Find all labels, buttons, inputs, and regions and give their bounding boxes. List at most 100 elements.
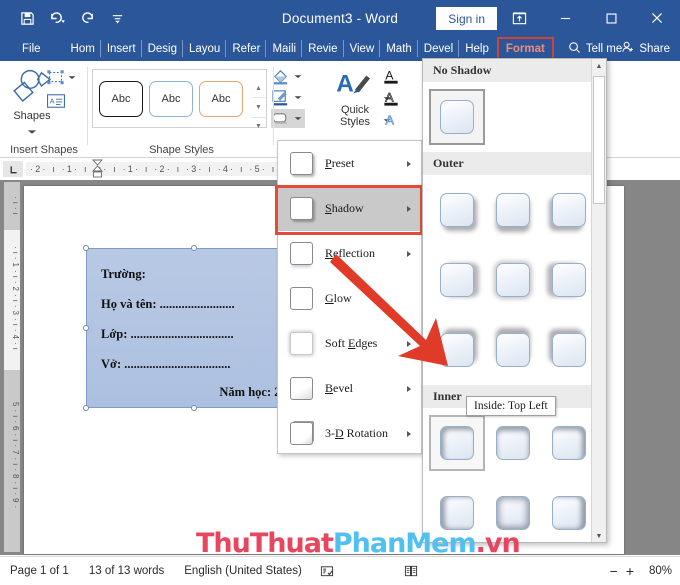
tab-references[interactable]: Refer bbox=[226, 36, 267, 61]
soft-edges-icon bbox=[290, 332, 313, 355]
resize-handle[interactable] bbox=[191, 245, 197, 251]
edit-shape-button[interactable] bbox=[46, 69, 76, 86]
save-icon[interactable] bbox=[14, 5, 40, 31]
shadow-option-offset-diagonal-bottom-right[interactable] bbox=[429, 182, 485, 238]
customize-quick-access-toolbar-icon[interactable] bbox=[104, 5, 130, 31]
submenu-arrow-icon bbox=[407, 205, 411, 212]
tab-insert[interactable]: Insert bbox=[101, 36, 142, 61]
status-language[interactable]: English (United States) bbox=[174, 565, 312, 577]
restore-icon[interactable] bbox=[588, 0, 634, 36]
shape-style-sample[interactable]: Abc bbox=[199, 80, 243, 117]
scrollbar-thumb[interactable] bbox=[593, 76, 605, 204]
menu-item-label: Shadow bbox=[325, 201, 364, 215]
share-button[interactable]: Share bbox=[621, 40, 670, 57]
shape-style-sample[interactable]: Abc bbox=[149, 80, 193, 117]
tab-home[interactable]: Hom bbox=[65, 36, 102, 61]
shadow-swatch-icon bbox=[440, 426, 474, 460]
tab-file[interactable]: File bbox=[12, 36, 51, 61]
search-icon bbox=[568, 41, 581, 57]
quick-styles-button[interactable]: A Quick Styles bbox=[327, 69, 383, 128]
zoom-level[interactable]: 80% bbox=[642, 565, 672, 577]
shadow-option-offset-bottom[interactable] bbox=[485, 182, 541, 238]
tab-view[interactable]: View bbox=[344, 36, 381, 61]
menu-item-preset[interactable]: Preset bbox=[278, 141, 421, 186]
close-icon[interactable] bbox=[634, 0, 680, 36]
minimize-icon[interactable] bbox=[542, 0, 588, 36]
shadow-swatch-icon bbox=[440, 100, 474, 134]
bevel-icon bbox=[290, 377, 313, 400]
vruler-label: ·ı·ı bbox=[11, 196, 20, 218]
menu-item-shadow[interactable]: Shadow bbox=[278, 186, 421, 231]
draw-text-box-button[interactable]: A bbox=[46, 93, 66, 109]
resize-handle[interactable] bbox=[83, 325, 89, 331]
tab-mailings[interactable]: Maili bbox=[266, 36, 302, 61]
shape-styles-gallery[interactable]: Abc Abc Abc ▲ ▼ ▼ bbox=[92, 69, 267, 130]
menu-item-label: Preset bbox=[325, 156, 355, 170]
sign-in-button[interactable]: Sign in bbox=[436, 7, 497, 30]
scroll-down-icon[interactable]: ▼ bbox=[592, 529, 606, 542]
reading-mode-icon[interactable] bbox=[396, 564, 426, 578]
status-page-number[interactable]: Page 1 of 1 bbox=[0, 565, 79, 577]
shadow-swatch-icon bbox=[496, 496, 530, 530]
tab-selector-button[interactable] bbox=[3, 161, 23, 177]
redo-icon[interactable] bbox=[74, 5, 100, 31]
shadow-option-inside-top[interactable] bbox=[485, 415, 541, 471]
group-label-shape-styles: Shape Styles bbox=[149, 144, 214, 156]
menu-item-bevel[interactable]: Bevel bbox=[278, 366, 421, 411]
shadow-option-inside-right[interactable] bbox=[541, 485, 597, 541]
shadow-option-offset-left[interactable] bbox=[541, 252, 597, 308]
preset-icon bbox=[290, 152, 313, 175]
quick-access-toolbar bbox=[14, 0, 130, 36]
tab-review[interactable]: Revie bbox=[302, 36, 344, 61]
shadow-option-no-shadow[interactable] bbox=[429, 89, 485, 145]
gallery-row bbox=[423, 245, 606, 315]
shadow-option-offset-center[interactable] bbox=[485, 252, 541, 308]
tab-format[interactable]: Format bbox=[496, 36, 554, 61]
quick-styles-label-line1: Quick bbox=[340, 104, 370, 116]
shadow-option-inside-top-left[interactable] bbox=[429, 415, 485, 471]
menu-item-reflection[interactable]: Reflection bbox=[278, 231, 421, 276]
menu-item-glow[interactable]: Glow bbox=[278, 276, 421, 321]
tell-me-box[interactable]: Tell me bbox=[568, 41, 622, 57]
zoom-in-button[interactable]: + bbox=[626, 563, 634, 579]
resize-handle[interactable] bbox=[191, 405, 197, 411]
watermark-part-1: ThuThuat bbox=[196, 528, 334, 559]
ribbon-display-options-icon[interactable] bbox=[496, 0, 542, 36]
spelling-and-grammar-check-icon[interactable] bbox=[312, 564, 342, 578]
status-word-count[interactable]: 13 of 13 words bbox=[79, 565, 174, 577]
zoom-out-button[interactable]: − bbox=[610, 563, 618, 579]
resize-handle[interactable] bbox=[83, 245, 89, 251]
vertical-ruler[interactable]: ·ı·ı ·ı·1·ı·2·ı·3·ı·4·ı 5·ı·6·ı·7·ı·8·ı·… bbox=[4, 182, 20, 552]
shadow-option-offset-right[interactable] bbox=[429, 252, 485, 308]
person-share-icon bbox=[621, 40, 635, 57]
shapes-label: Shapes bbox=[13, 110, 51, 122]
gallery-scroll-down-button[interactable]: ▼ bbox=[252, 98, 265, 118]
shadow-swatch-icon bbox=[440, 263, 474, 297]
tab-layout[interactable]: Layou bbox=[183, 36, 227, 61]
gallery-scroll-up-button[interactable]: ▲ bbox=[252, 79, 265, 99]
gallery-more-button[interactable]: ▼ bbox=[252, 118, 265, 136]
gallery-section-header-no-shadow: No Shadow bbox=[423, 59, 606, 82]
window-controls bbox=[496, 0, 680, 36]
selected-text-shape[interactable]: Trường: Họ và tên: .....................… bbox=[83, 245, 304, 411]
tab-math[interactable]: Math bbox=[380, 36, 418, 61]
menu-item-3d-rotation[interactable]: 3-D Rotation bbox=[278, 411, 421, 456]
shape-style-sample[interactable]: Abc bbox=[99, 80, 143, 117]
gallery-scrollbar[interactable]: ▲ ▼ bbox=[591, 59, 606, 542]
shadow-option-offset-diagonal-top-left[interactable] bbox=[541, 322, 597, 378]
gallery-scroll-buttons: ▲ ▼ ▼ bbox=[252, 79, 265, 136]
shape-text-line: Vở: .................................. bbox=[101, 357, 231, 371]
shadow-option-offset-diagonal-bottom-left[interactable] bbox=[541, 182, 597, 238]
shadow-option-offset-top[interactable] bbox=[485, 322, 541, 378]
shadow-option-offset-diagonal-top-right[interactable] bbox=[429, 322, 485, 378]
menu-item-soft-edges[interactable]: Soft Edges bbox=[278, 321, 421, 366]
shadow-option-inside-top-right[interactable] bbox=[541, 415, 597, 471]
tab-design[interactable]: Desig bbox=[142, 36, 184, 61]
undo-icon[interactable] bbox=[44, 5, 70, 31]
shadow-swatch-icon bbox=[552, 333, 586, 367]
scroll-up-icon[interactable]: ▲ bbox=[592, 59, 606, 74]
submenu-arrow-icon bbox=[407, 160, 411, 167]
svg-text:A: A bbox=[385, 112, 394, 127]
resize-handle[interactable] bbox=[83, 405, 89, 411]
indent-marker[interactable] bbox=[91, 159, 104, 179]
